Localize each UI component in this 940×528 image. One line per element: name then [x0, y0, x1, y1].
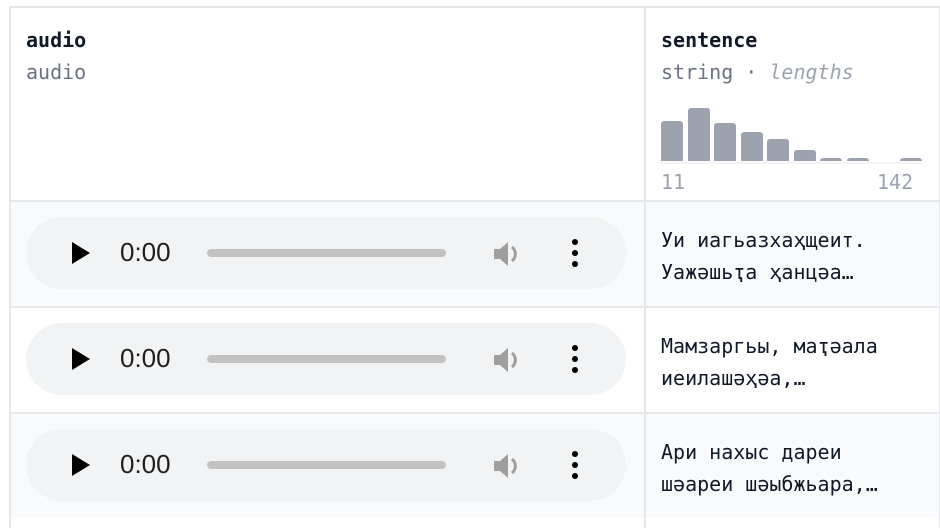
histogram-bar[interactable] [687, 108, 710, 161]
column-header-sentence[interactable]: sentence string · lengths 11 142 [11, 8, 939, 200]
table-row: 0:00 Уи иагьазхаҳщеит. Уажәшьҭа ҳанцәа… [11, 200, 939, 306]
play-icon[interactable] [72, 348, 90, 370]
sentence-cell: Уи иагьазхаҳщеит. Уажәшьҭа ҳанцәа… [661, 228, 866, 284]
audio-progress-slider[interactable] [207, 355, 446, 363]
histogram-bar[interactable] [846, 158, 869, 161]
histogram-bar[interactable] [767, 139, 789, 161]
more-options-icon[interactable] [570, 344, 580, 374]
table-row: 0:00 Мамзаргьы, маҭәала иеилашәҳәа,… [11, 306, 939, 412]
audio-progress-slider[interactable] [207, 461, 446, 469]
audio-player[interactable]: 0:00 [26, 323, 626, 395]
audio-time: 0:00 [120, 343, 171, 373]
histogram-bar[interactable] [899, 158, 922, 161]
column-name: sentence [661, 28, 758, 52]
histogram-bar[interactable] [793, 150, 816, 161]
sentence-cell: Мамзаргьы, маҭәала иеилашәҳәа,… [661, 334, 878, 390]
histogram-bar[interactable] [740, 132, 763, 161]
audio-player[interactable]: 0:00 [26, 429, 626, 501]
audio-time: 0:00 [120, 449, 171, 479]
volume-icon[interactable] [492, 239, 526, 269]
histogram-bar[interactable] [661, 121, 683, 161]
more-options-icon[interactable] [570, 238, 580, 268]
play-icon[interactable] [72, 242, 90, 264]
histogram-bar[interactable] [820, 158, 842, 161]
histogram-min-label: 11 [661, 170, 686, 194]
more-options-icon[interactable] [570, 450, 580, 480]
volume-icon[interactable] [492, 345, 526, 375]
histogram-bar[interactable] [714, 123, 736, 161]
audio-time: 0:00 [120, 237, 171, 267]
sentence-cell: Ари нахыс дареи шәареи шәыбжьара,… [661, 440, 878, 496]
volume-icon[interactable] [492, 451, 526, 481]
audio-player[interactable]: 0:00 [26, 217, 626, 289]
table-row: 0:00 Ари нахыс дареи шәареи шәыбжьара,… [11, 412, 939, 518]
column-type: string · lengths [661, 60, 854, 84]
audio-progress-slider[interactable] [207, 249, 446, 257]
histogram-axis [661, 162, 921, 164]
dataset-table: audio audio sentence string · lengths 11… [9, 6, 940, 528]
play-icon[interactable] [72, 454, 90, 476]
column-divider [644, 8, 646, 528]
histogram-max-label: 142 [877, 170, 914, 194]
